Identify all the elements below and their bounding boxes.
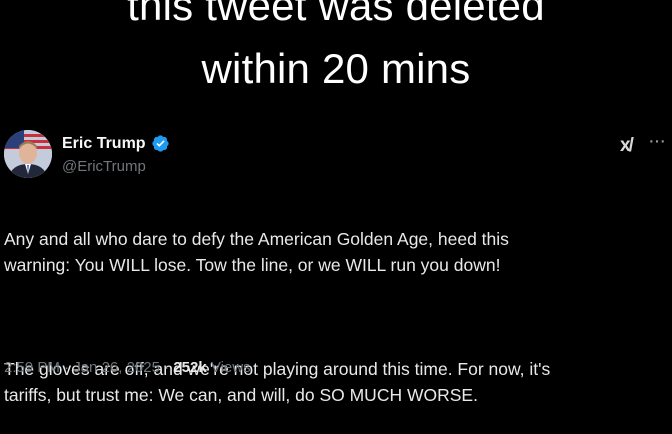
meta-separator: · bbox=[59, 359, 74, 376]
meta-separator: · bbox=[159, 359, 174, 376]
tweet-paragraph-1: Any and all who dare to defy the America… bbox=[4, 229, 509, 275]
tweet-time[interactable]: 2:59 PM bbox=[4, 359, 60, 376]
tweet-date[interactable]: Jan 26, 2025 bbox=[73, 359, 160, 376]
author-handle[interactable]: @EricTrump bbox=[62, 158, 146, 175]
grok-icon[interactable]: x/ bbox=[620, 135, 634, 157]
caption-line-1: this tweet was deleted bbox=[127, 0, 545, 29]
views-count: 252k bbox=[173, 359, 207, 376]
views-label: Views bbox=[206, 359, 251, 376]
verified-badge-icon bbox=[151, 135, 169, 152]
author-name[interactable]: Eric Trump bbox=[62, 135, 146, 153]
avatar[interactable] bbox=[4, 130, 52, 178]
tweet-meta: 2:59 PM · Jan 26, 2025 · 252k Views bbox=[4, 359, 251, 376]
avatar-image bbox=[4, 130, 52, 178]
caption-line-2: within 20 mins bbox=[201, 45, 471, 92]
tweet-body: Any and all who dare to defy the America… bbox=[4, 200, 668, 434]
more-icon[interactable]: ··· bbox=[648, 130, 666, 153]
